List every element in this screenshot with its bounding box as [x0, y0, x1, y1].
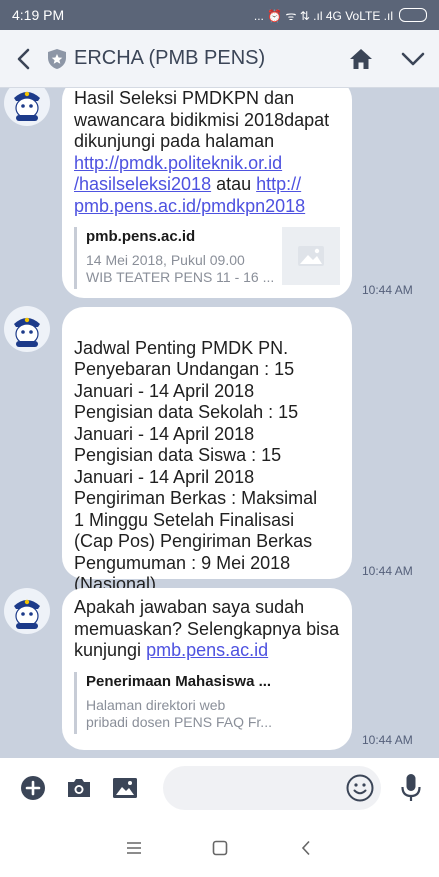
camera-button[interactable]	[56, 758, 102, 818]
message-line: wawancara bidikmisi 2018dapat	[74, 109, 330, 130]
back-arrow-icon	[17, 48, 30, 69]
link-preview[interactable]: Penerimaan Mahasiswa ... Halaman direkto…	[74, 671, 340, 734]
message-joiner: atau	[211, 174, 257, 194]
system-nav-bar	[0, 818, 439, 877]
back-nav-button[interactable]	[294, 836, 318, 860]
message-time: 10:44 AM	[362, 733, 413, 747]
emoji-icon	[346, 774, 374, 802]
mascot-icon	[14, 91, 40, 121]
chat-header: ERCHA (PMB PENS)	[0, 30, 439, 88]
menu-button[interactable]	[387, 30, 439, 88]
emoji-button[interactable]	[345, 773, 375, 803]
home-icon	[350, 48, 372, 69]
message-text: Hasil Seleksi PMDKPN dan wawancara bidik…	[74, 88, 340, 217]
link-preview-title: Penerimaan Mahasiswa ...	[86, 672, 272, 690]
bot-avatar[interactable]	[4, 306, 50, 352]
link-preview[interactable]: pmb.pens.ac.id 14 Mei 2018, Pukul 09.00 …	[74, 227, 340, 289]
plus-circle-icon	[21, 776, 45, 800]
bot-avatar[interactable]	[4, 588, 50, 634]
official-shield-icon	[48, 48, 66, 69]
status-bar: 4:19 PM ... ⏰ ᯤ ⇅ .ıl 4G VoLTE .ıl	[0, 0, 439, 30]
square-icon	[212, 840, 227, 855]
message-link[interactable]: http://	[256, 174, 301, 194]
link-preview-thumbnail	[282, 227, 340, 285]
recents-button[interactable]	[122, 836, 146, 860]
bot-avatar[interactable]	[4, 88, 50, 126]
message-text: Jadwal Penting PMDK PN. Penyebaran Undan…	[74, 337, 318, 595]
message-bubble[interactable]: Hasil Seleksi PMDKPN dan wawancara bidik…	[62, 88, 352, 298]
message-time: 10:44 AM	[362, 564, 413, 578]
chat-area[interactable]: Hasil Seleksi PMDKPN dan wawancara bidik…	[0, 88, 439, 758]
status-icons: ... ⏰ ᯤ ⇅ .ıl 4G VoLTE .ıl	[253, 8, 393, 23]
mascot-icon	[14, 599, 40, 629]
status-time: 4:19 PM	[12, 7, 65, 23]
message-input-bar	[0, 758, 439, 818]
add-button[interactable]	[10, 758, 56, 818]
chevron-down-icon	[401, 52, 425, 65]
microphone-icon	[401, 774, 421, 801]
gallery-button[interactable]	[102, 758, 148, 818]
camera-icon	[68, 779, 90, 797]
home-button[interactable]	[335, 30, 387, 88]
message-link[interactable]: pmb.pens.ac.id	[146, 640, 268, 660]
status-indicators: ... ⏰ ᯤ ⇅ .ıl 4G VoLTE .ıl	[254, 7, 427, 24]
menu-lines-icon	[126, 841, 141, 854]
message-text: Apakah jawaban saya sudah memuaskan? Sel…	[74, 597, 340, 662]
message-line: dikunjungi pada halaman	[74, 131, 275, 151]
home-nav-button[interactable]	[208, 836, 232, 860]
message-link[interactable]: http://pmdk.politeknik.or.id	[74, 153, 282, 173]
voice-button[interactable]	[394, 770, 428, 806]
link-preview-desc: pribadi dosen PENS FAQ Fr...	[86, 713, 272, 730]
image-placeholder-icon	[298, 246, 324, 266]
back-chevron-icon	[301, 840, 310, 855]
back-button[interactable]	[0, 30, 46, 88]
message-line: Hasil Seleksi PMDKPN dan	[74, 88, 295, 108]
mascot-icon	[14, 317, 40, 347]
message-link[interactable]: pmb.pens.ac.id/pmdkpn2018	[74, 196, 305, 216]
message-bubble[interactable]: Jadwal Penting PMDK PN. Penyebaran Undan…	[62, 307, 352, 594]
message-link[interactable]: /hasilseleksi2018	[74, 174, 211, 194]
image-icon	[113, 778, 137, 798]
chat-title[interactable]: ERCHA (PMB PENS)	[74, 47, 335, 70]
message-time: 10:44 AM	[362, 283, 413, 297]
message-bubble[interactable]: Apakah jawaban saya sudah memuaskan? Sel…	[62, 588, 352, 750]
battery-icon	[399, 8, 427, 22]
link-preview-desc: Halaman direktori web	[86, 696, 226, 713]
